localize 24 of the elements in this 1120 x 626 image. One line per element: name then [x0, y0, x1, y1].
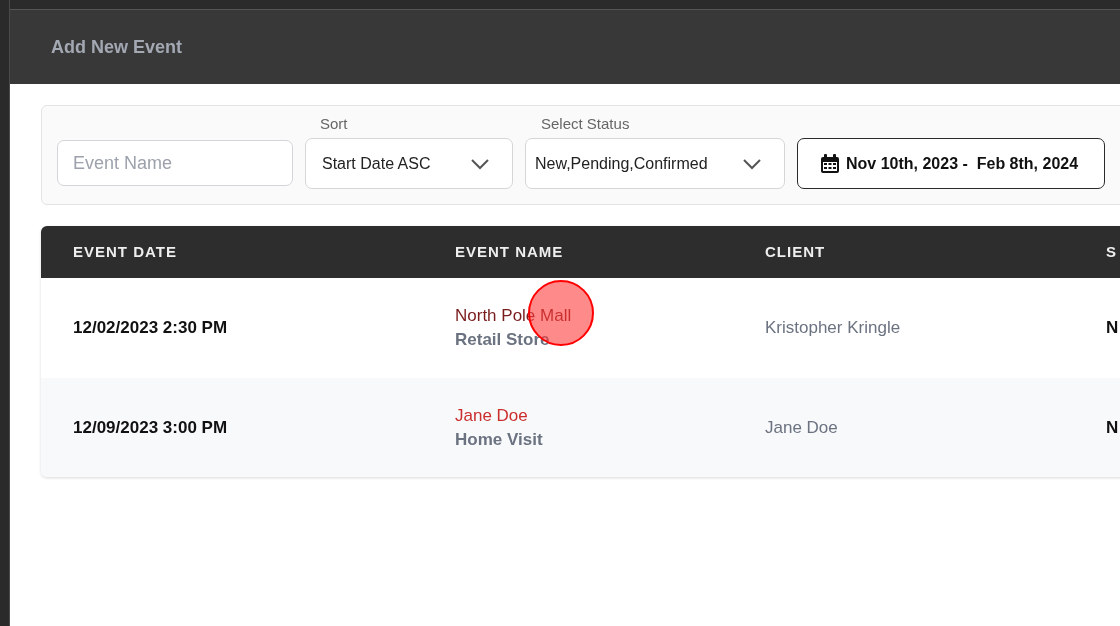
- calendar-icon: [820, 153, 840, 174]
- event-date-cell: 12/02/2023 2:30 PM: [73, 318, 228, 337]
- column-header: EVENT DATE: [73, 243, 177, 260]
- table-cell: N: [1106, 417, 1119, 437]
- event-name-field[interactable]: Event Name: [57, 140, 293, 186]
- chevron-down-icon: [470, 157, 490, 170]
- column-header: S: [1106, 243, 1117, 260]
- column-header: CLIENT: [765, 243, 826, 260]
- status-label: Select Status: [540, 115, 631, 132]
- client-cell: Jane Doe: [765, 417, 838, 437]
- date-range-button[interactable]: Nov 10th, 2023 - Feb 8th, 2024: [797, 138, 1105, 189]
- sort-select[interactable]: Start Date ASC: [305, 138, 513, 189]
- event-type-text: Retail Store: [455, 330, 551, 350]
- client-cell: Kristopher Kringle: [765, 318, 901, 337]
- event-type-text: Home Visit: [455, 429, 544, 450]
- event-date-cell: 12/09/2023 3:00 PM: [73, 417, 228, 437]
- status-select[interactable]: New,Pending,Confirmed: [525, 138, 785, 189]
- add-new-event-link[interactable]: Add New Event: [51, 36, 183, 58]
- column-header: EVENT NAME: [455, 243, 564, 260]
- chevron-down-icon: [742, 157, 762, 170]
- event-name-link[interactable]: Jane Doe: [455, 405, 765, 426]
- table-cell: N: [1106, 318, 1119, 337]
- table-row[interactable]: 12/09/2023 3:00 PM Jane Doe Home Visit Jane Doe N: [41, 378, 1120, 477]
- sort-label: Sort: [319, 115, 349, 132]
